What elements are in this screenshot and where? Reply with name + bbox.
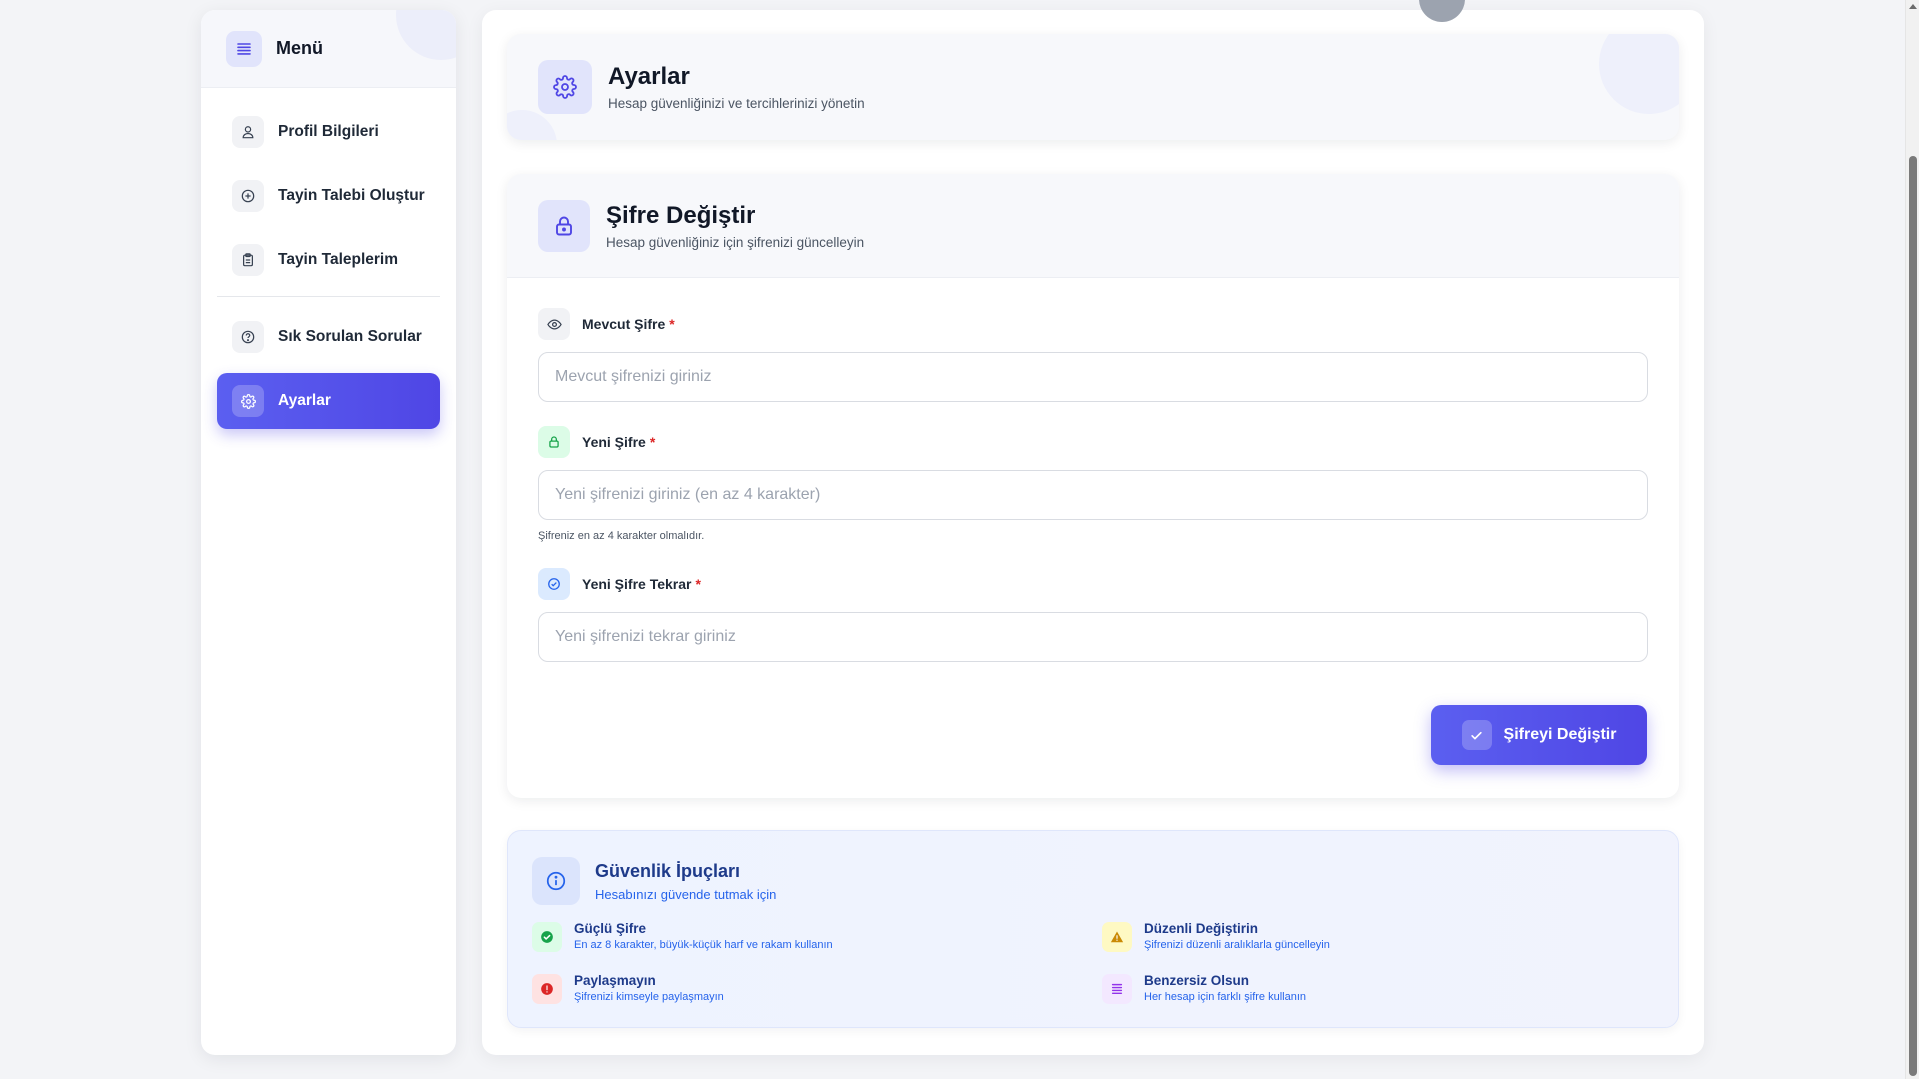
new-password-field: Yeni Şifre * Şifreniz en az 4 karakter o…: [538, 426, 1648, 542]
confirm-password-input[interactable]: [538, 612, 1648, 662]
sidebar: Menü Profil Bilgileri Tayin Talebi Oluşt…: [201, 10, 456, 1055]
sidebar-item-faq[interactable]: Sık Sorulan Sorular: [217, 309, 440, 365]
confirm-password-label: Yeni Şifre Tekrar: [582, 576, 692, 592]
tip-title: Düzenli Değiştirin: [1144, 921, 1259, 936]
page-subtitle: Hesap güvenliğinizi ve tercihlerinizi yö…: [608, 96, 865, 111]
page-title: Ayarlar: [608, 63, 690, 90]
tip-text: Her hesap için farklı şifre kullanın: [1144, 991, 1307, 1003]
sidebar-divider: [217, 296, 440, 297]
confirm-password-label-row: Yeni Şifre Tekrar *: [538, 568, 1648, 600]
change-password-button[interactable]: Şifreyi Değiştir: [1431, 705, 1647, 765]
page-scrollbar[interactable]: [1905, 0, 1919, 1079]
change-password-heading: Şifre Değiştir Hesap güvenliğiniz için ş…: [538, 200, 864, 252]
sidebar-header: Menü: [201, 10, 456, 88]
security-tips-subtitle: Hesabınızı güvende tutmak için: [595, 886, 777, 902]
tip-text: En az 8 karakter, büyük-küçük harf ve ra…: [574, 939, 833, 951]
change-password-header: Şifre Değiştir Hesap güvenliğiniz için ş…: [507, 174, 1679, 278]
required-marker: *: [695, 576, 701, 592]
check-icon: [1461, 720, 1492, 750]
new-password-input[interactable]: [538, 470, 1648, 520]
alert-circle-icon: [532, 974, 562, 1004]
tip-text: Şifrenizi kimseyle paylaşmayın: [574, 991, 724, 1003]
confirm-password-field: Yeni Şifre Tekrar *: [538, 568, 1648, 662]
sidebar-item-label: Sık Sorulan Sorular: [278, 328, 422, 345]
main-content: Ayarlar Hesap güvenliğinizi ve tercihler…: [482, 0, 1704, 1055]
check-circle-filled-icon: [532, 922, 562, 952]
sidebar-item-label: Profil Bilgileri: [278, 123, 379, 140]
sidebar-item-label: Tayin Talebi Oluştur: [278, 187, 425, 204]
user-icon: [232, 116, 264, 148]
new-password-hint: Şifreniz en az 4 karakter olmalıdır.: [538, 530, 705, 542]
lock-icon: [538, 200, 590, 252]
security-tips-card: Güvenlik İpuçları Hesabınızı güvende tut…: [507, 830, 1679, 1028]
required-marker: *: [669, 316, 675, 332]
plus-circle-icon: [232, 180, 264, 212]
gear-icon: [232, 385, 264, 417]
scrollbar-thumb[interactable]: [1909, 156, 1917, 1076]
decorative-circle: [1599, 34, 1679, 114]
sidebar-item-label: Tayin Taleplerim: [278, 251, 399, 268]
scroll-up-arrow-icon[interactable]: [1909, 4, 1917, 9]
section-title: Şifre Değiştir: [606, 202, 756, 229]
sidebar-item-profile[interactable]: Profil Bilgileri: [217, 104, 440, 160]
clipboard-icon: [232, 244, 264, 276]
question-circle-icon: [232, 321, 264, 353]
list-icon: [1102, 974, 1132, 1004]
security-tips-header: Güvenlik İpuçları Hesabınızı güvende tut…: [532, 857, 776, 905]
tip-text: Şifrenizi düzenli aralıklarla güncelleyi…: [1144, 939, 1330, 951]
lock-icon: [538, 426, 570, 458]
check-circle-icon: [538, 568, 570, 600]
sidebar-item-settings[interactable]: Ayarlar: [217, 373, 440, 429]
change-password-card: Şifre Değiştir Hesap güvenliğiniz için ş…: [507, 174, 1679, 798]
security-tips-title: Güvenlik İpuçları: [595, 860, 741, 881]
tip-item: Güçlü Şifre En az 8 karakter, büyük-küçü…: [532, 921, 833, 952]
tip-title: Paylaşmayın: [574, 973, 656, 988]
decorative-circle: [507, 110, 557, 140]
tip-title: Benzersiz Olsun: [1144, 973, 1250, 988]
sidebar-item-label: Ayarlar: [278, 392, 331, 409]
decorative-circle: [396, 10, 456, 60]
tip-item: Paylaşmayın Şifrenizi kimseyle paylaşmay…: [532, 973, 724, 1004]
required-marker: *: [649, 434, 656, 450]
avatar[interactable]: [1419, 0, 1465, 22]
hamburger-icon[interactable]: [226, 30, 262, 67]
gear-icon: [538, 60, 592, 114]
sidebar-item-my-requests[interactable]: Tayin Taleplerim: [217, 232, 440, 288]
page-header-card: Ayarlar Hesap güvenliğinizi ve tercihler…: [507, 34, 1679, 140]
change-password-button-label: Şifreyi Değiştir: [1503, 726, 1617, 743]
tip-title: Güçlü Şifre: [574, 921, 647, 936]
tip-item: Benzersiz Olsun Her hesap için farklı şi…: [1102, 973, 1306, 1004]
new-password-label-row: Yeni Şifre *: [538, 426, 1648, 458]
current-password-label-row: Mevcut Şifre *: [538, 308, 1648, 340]
sidebar-title: Menü: [276, 38, 323, 58]
info-icon: [532, 857, 580, 905]
new-password-label: Yeni Şifre: [582, 434, 646, 450]
sidebar-nav: Profil Bilgileri Tayin Talebi Oluştur Ta…: [201, 88, 456, 429]
current-password-field: Mevcut Şifre *: [538, 308, 1648, 402]
section-subtitle: Hesap güvenliğiniz için şifrenizi güncel…: [606, 235, 865, 250]
current-password-input[interactable]: [538, 352, 1648, 402]
sidebar-item-create-request[interactable]: Tayin Talebi Oluştur: [217, 168, 440, 224]
current-password-label: Mevcut Şifre: [582, 316, 666, 332]
warning-icon: [1102, 922, 1132, 952]
eye-icon: [538, 308, 570, 340]
tip-item: Düzenli Değiştirin Şifrenizi düzenli ara…: [1102, 921, 1330, 952]
page-header: Ayarlar Hesap güvenliğinizi ve tercihler…: [538, 60, 865, 114]
